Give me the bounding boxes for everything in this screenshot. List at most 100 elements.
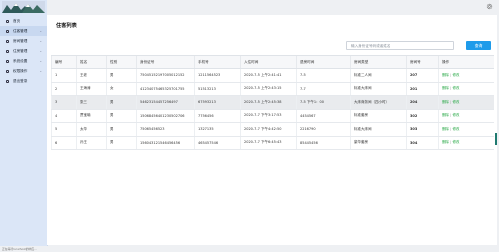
cell-checkout: 85445456 bbox=[296, 136, 351, 150]
delete-link[interactable]: 删除 bbox=[442, 113, 449, 117]
edit-link[interactable]: 修改 bbox=[452, 140, 459, 144]
delete-link[interactable]: 删除 bbox=[442, 127, 449, 131]
cell-actions: 删除 | 修改 bbox=[438, 95, 494, 110]
settings-icon bbox=[6, 59, 9, 63]
cell-checkin: 2020-7-7 下午6:45:43 bbox=[240, 136, 297, 150]
cell-checkin: 2020-7-5 上午2:45:38 bbox=[240, 95, 297, 110]
edit-link[interactable]: 修改 bbox=[452, 73, 459, 77]
cell-room-type: 标准大床间 bbox=[350, 122, 407, 137]
edit-link[interactable]: 修改 bbox=[452, 100, 459, 104]
sidebar-item-guests[interactable]: 住客管理 ⌄ bbox=[0, 26, 47, 36]
column-header: 手机号 bbox=[194, 55, 241, 69]
cell-actions: 删除 | 修改 bbox=[438, 82, 494, 96]
cell-checkout: 7-5 下午1：00 bbox=[296, 95, 351, 110]
cell-id: 2 bbox=[51, 82, 77, 96]
edit-link[interactable]: 修改 bbox=[452, 86, 459, 90]
cell-phone: 1327135 bbox=[194, 122, 241, 137]
column-header: 身份证号 bbox=[136, 55, 195, 69]
sidebar-item-logout[interactable]: 退出登录 bbox=[0, 76, 47, 86]
column-header: 性别 bbox=[106, 55, 137, 69]
cell-room-type: 大床商务间（四小时） bbox=[350, 95, 407, 110]
gear-icon[interactable] bbox=[486, 3, 493, 10]
sidebar-item-housing[interactable]: 住房管理 ⌄ bbox=[0, 46, 47, 56]
main-panel: 住客列表 输入身份证号码或者姓名 查询 编号 姓名 性别 身份证号 手机号 入住… bbox=[47, 15, 497, 245]
house-icon bbox=[6, 49, 9, 53]
delete-link[interactable]: 删除 bbox=[442, 86, 449, 90]
cell-phone: 1211564523 bbox=[194, 68, 241, 83]
cell-name: 孙王 bbox=[76, 136, 107, 150]
cell-gender: 男 bbox=[106, 136, 137, 150]
sidebar-item-rooms[interactable]: 房间管理 ⌄ bbox=[0, 36, 47, 46]
cell-phone: 465457546 bbox=[194, 136, 241, 150]
cell-room-number: 303 bbox=[406, 122, 439, 137]
chevron-down-icon: ⌄ bbox=[39, 49, 42, 53]
cell-name: 贾宝瑜 bbox=[76, 109, 107, 123]
cell-room-number: 204 bbox=[406, 95, 439, 110]
cell-id: 6 bbox=[51, 136, 77, 150]
cell-checkin: 2020-7-5 上午2:41:41 bbox=[240, 68, 297, 83]
cell-id-card: 54623154457256497 bbox=[136, 95, 195, 110]
column-header: 房间类型 bbox=[350, 55, 407, 69]
delete-link[interactable]: 删除 bbox=[442, 100, 449, 104]
cell-name: 张三 bbox=[76, 95, 107, 110]
cell-checkout: 2216790 bbox=[296, 122, 351, 137]
cell-room-number: 302 bbox=[406, 109, 439, 123]
cell-id: 3 bbox=[51, 95, 77, 110]
column-header: 入住时间 bbox=[240, 55, 297, 69]
cell-room-number: 201 bbox=[406, 82, 439, 96]
user-icon bbox=[6, 29, 9, 33]
sidebar-item-home[interactable]: 首页 bbox=[0, 16, 47, 26]
cell-id: 4 bbox=[51, 109, 77, 123]
delete-link[interactable]: 删除 bbox=[442, 140, 449, 144]
delete-link[interactable]: 删除 bbox=[442, 73, 449, 77]
cell-checkin: 2020-7-7 下午3:17:53 bbox=[240, 109, 297, 123]
cell-checkin: 2020-7-7 下午4:42:50 bbox=[240, 122, 297, 137]
sidebar-item-settings[interactable]: 系统设置 ⌄ bbox=[0, 56, 47, 66]
table-row: 6 孙王 男 156043121546456456 465457546 2020… bbox=[51, 136, 494, 150]
chevron-down-icon: ⌄ bbox=[39, 29, 42, 33]
cell-actions: 删除 | 修改 bbox=[438, 136, 494, 150]
sidebar-item-label: 权限操作 bbox=[13, 68, 28, 73]
cell-id-card: 15068456401230502706 bbox=[136, 109, 195, 123]
cell-room-number: 207 bbox=[406, 68, 439, 83]
cell-gender: 男 bbox=[106, 95, 137, 110]
logo bbox=[2, 1, 45, 13]
table-header-row: 编号 姓名 性别 身份证号 手机号 入住时间 退房时间 房间类型 房间号 操作 bbox=[51, 55, 494, 69]
search-input[interactable]: 输入身份证号码或者姓名 bbox=[346, 41, 454, 50]
sidebar: 首页 住客管理 ⌄ 房间管理 ⌄ 住房管理 ⌄ 系统设置 ⌄ 权限操作 ⌄ 退出… bbox=[0, 0, 48, 252]
cell-name: 王老 bbox=[76, 68, 107, 83]
search-button[interactable]: 查询 bbox=[466, 41, 491, 50]
cell-gender: 男 bbox=[106, 109, 137, 123]
cell-phone: 7756456 bbox=[194, 109, 241, 123]
cell-checkout: 4454567 bbox=[296, 109, 351, 123]
home-icon bbox=[6, 19, 9, 23]
table-row: 4 贾宝瑜 男 15068456401230502706 7756456 202… bbox=[51, 109, 494, 123]
cell-actions: 删除 | 修改 bbox=[438, 68, 494, 83]
cell-gender: 男 bbox=[106, 122, 137, 137]
cell-gender: 女 bbox=[106, 82, 137, 96]
scrollbar-thumb[interactable] bbox=[495, 133, 497, 145]
cell-gender: 男 bbox=[106, 68, 137, 83]
cell-actions: 删除 | 修改 bbox=[438, 109, 494, 123]
cell-room-type: 豪华套房 bbox=[350, 136, 407, 150]
page-title: 住客列表 bbox=[56, 23, 77, 29]
status-bar: 正在等待localhost的响应... bbox=[0, 246, 499, 252]
status-text: 正在等待localhost的响应... bbox=[2, 247, 37, 251]
sidebar-item-permissions[interactable]: 权限操作 ⌄ bbox=[0, 66, 47, 76]
column-header: 操作 bbox=[438, 55, 494, 69]
cell-room-type: 标准套房 bbox=[350, 109, 407, 123]
key-icon bbox=[6, 69, 9, 73]
cell-actions: 删除 | 修改 bbox=[438, 122, 494, 137]
sidebar-nav: 首页 住客管理 ⌄ 房间管理 ⌄ 住房管理 ⌄ 系统设置 ⌄ 权限操作 ⌄ 退出… bbox=[0, 16, 47, 86]
table-row: 5 太华 男 75065456523 1327135 2020-7-7 下午4:… bbox=[51, 122, 494, 137]
column-header: 退房时间 bbox=[296, 55, 351, 69]
column-header: 编号 bbox=[51, 55, 77, 69]
cell-id-card: 156043121546456456 bbox=[136, 136, 195, 150]
cell-phone: 51513213 bbox=[194, 82, 241, 96]
cell-checkin: 2020-7-5 上午2:43:15 bbox=[240, 82, 297, 96]
edit-link[interactable]: 修改 bbox=[452, 127, 459, 131]
cell-id: 1 bbox=[51, 68, 77, 83]
cell-id: 5 bbox=[51, 122, 77, 137]
cell-id-card: 75065456523 bbox=[136, 122, 195, 137]
edit-link[interactable]: 修改 bbox=[452, 113, 459, 117]
